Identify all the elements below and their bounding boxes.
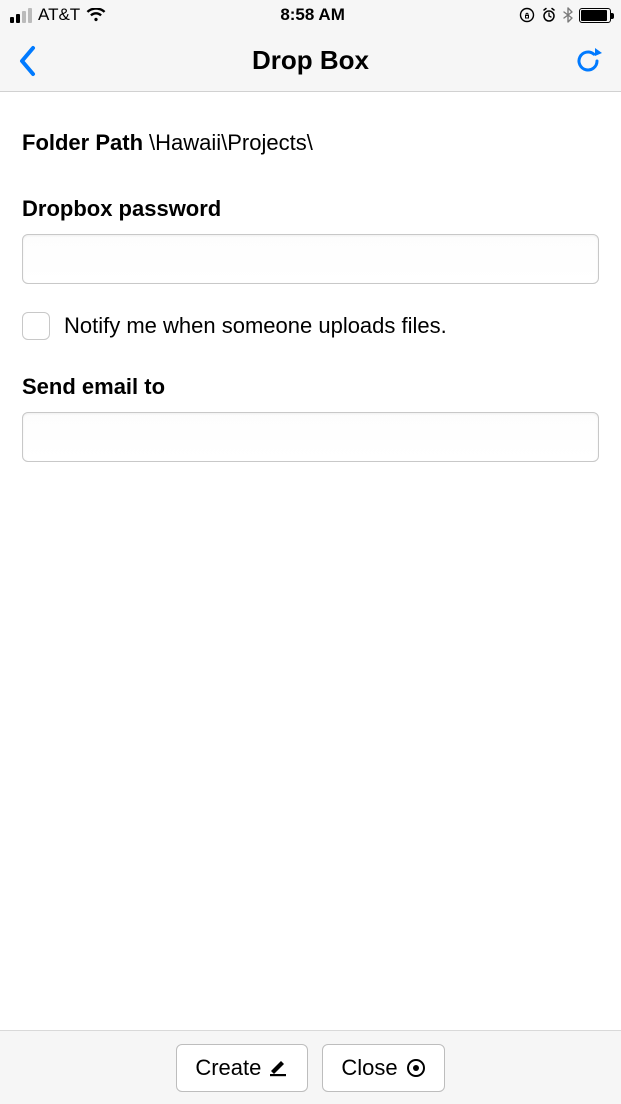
create-button[interactable]: Create [176,1044,308,1092]
circle-check-icon [406,1058,426,1078]
status-time: 8:58 AM [280,5,345,25]
chevron-left-icon [18,44,38,78]
footer-toolbar: Create Close [0,1030,621,1104]
battery-icon [579,8,611,23]
wifi-icon [86,8,106,22]
bluetooth-icon [563,7,573,23]
notify-row[interactable]: Notify me when someone uploads files. [22,312,599,340]
notify-label: Notify me when someone uploads files. [64,313,447,339]
folder-path-row: Folder Path \Hawaii\Projects\ [22,130,599,156]
password-section: Dropbox password [22,196,599,284]
email-section: Send email to [22,374,599,462]
nav-bar: Drop Box [0,30,621,92]
status-left: AT&T [10,5,106,25]
refresh-icon [573,46,603,76]
alarm-icon [541,7,557,23]
carrier-label: AT&T [38,5,80,25]
close-button[interactable]: Close [322,1044,444,1092]
refresh-button[interactable] [543,46,603,76]
close-button-label: Close [341,1055,397,1081]
password-label: Dropbox password [22,196,599,222]
notify-checkbox[interactable] [22,312,50,340]
folder-path-value: \Hawaii\Projects\ [149,130,313,156]
create-button-label: Create [195,1055,261,1081]
orientation-lock-icon [519,7,535,23]
content: Folder Path \Hawaii\Projects\ Dropbox pa… [0,92,621,462]
password-input[interactable] [22,234,599,284]
status-bar: AT&T 8:58 AM [0,0,621,30]
folder-path-label: Folder Path [22,130,143,156]
email-label: Send email to [22,374,599,400]
email-input[interactable] [22,412,599,462]
cellular-signal-icon [10,8,32,23]
page-title: Drop Box [252,45,369,76]
pencil-edit-icon [269,1059,289,1077]
status-right [519,7,611,23]
back-button[interactable] [18,44,78,78]
